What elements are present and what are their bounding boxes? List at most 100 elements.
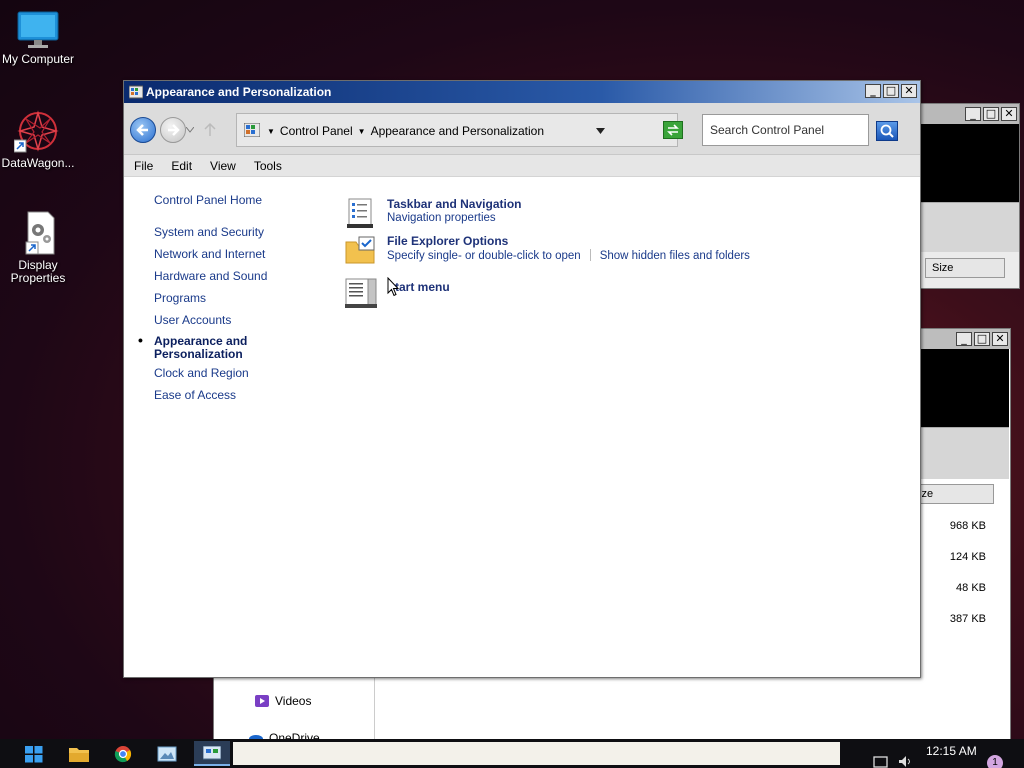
sidebar-divider bbox=[374, 677, 375, 741]
background-window-panel bbox=[911, 427, 1009, 479]
maximize-button[interactable]: □ bbox=[983, 107, 999, 121]
background-window-panel bbox=[921, 202, 1019, 252]
file-size: 124 KB bbox=[949, 551, 986, 563]
task-title[interactable]: File Explorer Options bbox=[387, 234, 508, 248]
chrome-icon bbox=[114, 746, 132, 763]
nav-appearance-current: Appearance and Personalization bbox=[138, 334, 264, 361]
desktop-icon-datawagon[interactable]: DataWagon... bbox=[0, 108, 76, 170]
breadcrumb-appearance[interactable]: Appearance and Personalization bbox=[371, 124, 544, 138]
taskbar-clock[interactable]: 12:15 AM bbox=[926, 744, 977, 758]
notification-badge[interactable]: 1 bbox=[987, 755, 1003, 768]
minimize-button[interactable]: _ bbox=[965, 107, 981, 121]
task-link-navigation-properties[interactable]: Navigation properties bbox=[387, 212, 496, 224]
background-window-titlebar[interactable]: _ □ ✕ bbox=[911, 104, 1019, 124]
refresh-icon bbox=[667, 124, 679, 136]
start-menu-icon bbox=[345, 278, 377, 308]
menu-tools[interactable]: Tools bbox=[254, 159, 282, 173]
desktop-icon-label: Display Properties bbox=[10, 258, 66, 285]
volume-icon[interactable] bbox=[897, 755, 915, 768]
breadcrumb-separator-icon[interactable]: ▼ bbox=[358, 127, 366, 136]
back-arrow-icon bbox=[136, 124, 148, 136]
chrome-taskbar-button[interactable] bbox=[111, 743, 135, 765]
nav-network-and-internet[interactable]: Network and Internet bbox=[154, 247, 294, 261]
window-titlebar[interactable]: Appearance and Personalization _ □ ✕ bbox=[124, 81, 920, 103]
task-link-show-hidden-files[interactable]: Show hidden files and folders bbox=[600, 250, 750, 262]
search-input[interactable]: Search Control Panel bbox=[702, 114, 869, 146]
control-panel-icon bbox=[202, 745, 222, 760]
task-taskbar-and-navigation: Taskbar and Navigation Navigation proper… bbox=[344, 197, 904, 231]
sidebar-item-label: Videos bbox=[275, 694, 312, 708]
monitor-icon bbox=[17, 11, 59, 48]
image-viewer-icon bbox=[157, 746, 177, 762]
link-separator bbox=[589, 249, 591, 261]
close-button[interactable]: ✕ bbox=[1001, 107, 1017, 121]
windows-logo-icon bbox=[25, 746, 43, 763]
task-link-single-double-click[interactable]: Specify single- or double-click to open bbox=[387, 250, 581, 262]
start-button[interactable] bbox=[22, 743, 46, 765]
network-icon[interactable] bbox=[872, 755, 890, 768]
sidebar-item-videos[interactable]: Videos bbox=[254, 693, 311, 709]
file-size: 968 KB bbox=[949, 520, 986, 532]
task-start-menu: Start menu bbox=[344, 277, 904, 311]
control-panel-icon bbox=[129, 85, 143, 99]
refresh-button[interactable] bbox=[663, 121, 683, 139]
breadcrumb: ▼ Control Panel ▼ Appearance and Persona… bbox=[267, 124, 544, 138]
forward-arrow-icon bbox=[168, 124, 180, 136]
size-column-header[interactable]: ize bbox=[912, 484, 994, 504]
menu-edit[interactable]: Edit bbox=[171, 159, 192, 173]
recent-pages-chevron-icon[interactable] bbox=[186, 127, 194, 133]
file-explorer-taskbar-button[interactable] bbox=[67, 743, 91, 765]
file-size: 48 KB bbox=[956, 582, 986, 594]
nav-hardware-and-sound[interactable]: Hardware and Sound bbox=[154, 269, 294, 283]
size-column-header[interactable]: Size bbox=[925, 258, 1005, 278]
control-panel-icon bbox=[244, 123, 260, 137]
nav-clock-and-region[interactable]: Clock and Region bbox=[154, 366, 294, 380]
control-panel-taskbar-button[interactable] bbox=[194, 741, 230, 766]
taskbar-icon bbox=[347, 198, 373, 228]
datawagon-logo-icon bbox=[14, 110, 59, 153]
mouse-cursor-icon bbox=[387, 277, 399, 297]
desktop-icon-label: My Computer bbox=[1, 52, 75, 66]
breadcrumb-control-panel[interactable]: Control Panel bbox=[280, 124, 353, 138]
background-window-content bbox=[921, 124, 1019, 202]
search-button[interactable] bbox=[876, 121, 898, 141]
folder-options-icon bbox=[345, 236, 375, 264]
left-navigation: Control Panel Home System and Security N… bbox=[138, 193, 294, 410]
navigation-bar: ▼ Control Panel ▼ Appearance and Persona… bbox=[124, 103, 920, 155]
minimize-button[interactable]: _ bbox=[865, 84, 881, 98]
breadcrumb-separator-icon[interactable]: ▼ bbox=[267, 127, 275, 136]
control-panel-window[interactable]: Appearance and Personalization _ □ ✕ ▼ C… bbox=[123, 80, 921, 678]
nav-user-accounts[interactable]: User Accounts bbox=[154, 313, 294, 327]
menu-view[interactable]: View bbox=[210, 159, 236, 173]
search-icon bbox=[880, 124, 894, 138]
window-title: Appearance and Personalization bbox=[146, 85, 332, 99]
task-file-explorer-options: File Explorer Options Specify single- or… bbox=[344, 234, 904, 268]
taskbar: 12:15 AM 1 bbox=[0, 739, 1024, 768]
desktop-icon-my-computer[interactable]: My Computer bbox=[0, 10, 76, 66]
nav-ease-of-access[interactable]: Ease of Access bbox=[154, 388, 294, 402]
background-window-1[interactable]: _ □ ✕ Size bbox=[910, 103, 1020, 289]
desktop-icon-label: DataWagon... bbox=[1, 156, 75, 170]
folder-icon bbox=[69, 748, 89, 762]
background-window-content bbox=[911, 349, 1009, 427]
maximize-button[interactable]: □ bbox=[974, 332, 990, 346]
up-arrow-icon[interactable] bbox=[204, 122, 216, 136]
close-button[interactable]: ✕ bbox=[901, 84, 917, 98]
task-links: Navigation properties bbox=[387, 212, 496, 224]
nav-programs[interactable]: Programs bbox=[154, 291, 294, 305]
photos-taskbar-button[interactable] bbox=[155, 743, 179, 765]
menu-file[interactable]: File bbox=[134, 159, 153, 173]
taskbar-search-box[interactable] bbox=[233, 742, 840, 765]
task-title[interactable]: Taskbar and Navigation bbox=[387, 197, 521, 211]
maximize-button[interactable]: □ bbox=[883, 84, 899, 98]
address-bar[interactable]: ▼ Control Panel ▼ Appearance and Persona… bbox=[236, 113, 683, 147]
nav-system-and-security[interactable]: System and Security bbox=[154, 225, 294, 239]
close-button[interactable]: ✕ bbox=[992, 332, 1008, 346]
address-dropdown-icon[interactable] bbox=[596, 128, 605, 134]
nav-control-panel-home[interactable]: Control Panel Home bbox=[154, 193, 294, 207]
forward-button[interactable] bbox=[160, 117, 186, 143]
back-button[interactable] bbox=[130, 117, 156, 143]
desktop-icon-display-properties[interactable]: Display Properties bbox=[0, 210, 76, 285]
task-links: Specify single- or double-click to open S… bbox=[387, 249, 750, 262]
minimize-button[interactable]: _ bbox=[956, 332, 972, 346]
